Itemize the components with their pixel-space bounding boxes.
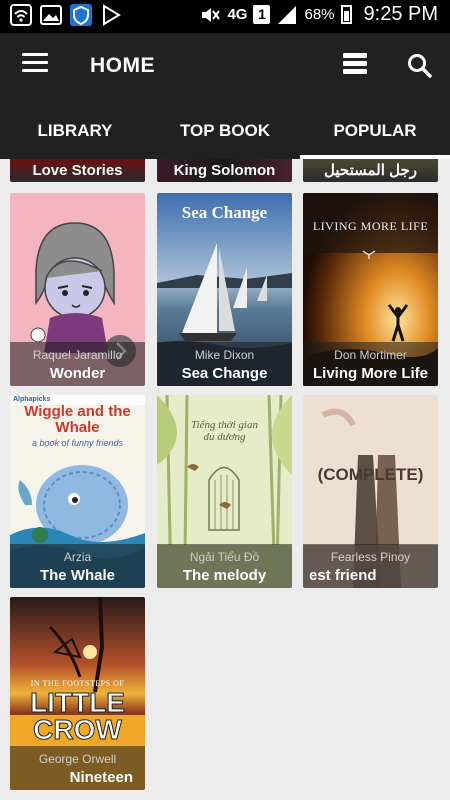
book-title: King Solomon	[173, 162, 276, 179]
book-card[interactable]: LIVING MORE LIFE Don Mortimer Living Mor…	[303, 193, 438, 386]
book-author: Fearless Pinoy	[330, 550, 411, 564]
book-title: The melody	[182, 567, 267, 584]
cover-text: (COMPLETE)	[317, 465, 424, 484]
cover-text: Sea Change	[181, 203, 268, 222]
book-author: Ngải Tiểu Đồ	[189, 550, 260, 564]
book-author: Raquel Jaramillo	[32, 348, 123, 362]
book-title: Sea Change	[181, 365, 268, 382]
book-card[interactable]: (COMPLETE) Fearless Pinoy est friend	[303, 395, 438, 588]
book-title: Living More Life	[312, 365, 428, 382]
book-title: Love Stories	[32, 162, 123, 179]
battery-icon	[340, 5, 352, 24]
book-title: رجل المستحيل	[324, 162, 417, 179]
signal-icon	[278, 5, 297, 24]
book-title: Nineteen	[69, 769, 133, 786]
book-card[interactable]: Sea Change Mike Dixon Sea Change	[157, 193, 292, 386]
network-type: 4G	[227, 6, 248, 23]
tab-top-book[interactable]: TOP BOOK	[150, 99, 300, 159]
book-title: The Whale	[39, 567, 115, 584]
cover-text: LITTLE CROW	[30, 687, 126, 745]
page-title: HOME	[90, 54, 155, 77]
battery-percent: 68%	[304, 6, 335, 23]
search-icon[interactable]	[407, 53, 433, 79]
book-author: Don Mortimer	[334, 348, 407, 362]
shield-icon	[70, 4, 92, 26]
sim-badge: 1	[253, 5, 271, 24]
wifi-icon	[10, 4, 32, 26]
cover-subtext: a book of funny friends	[31, 438, 124, 448]
tab-popular[interactable]: POPULAR	[300, 99, 450, 159]
play-store-icon	[103, 4, 121, 26]
book-author: Arzia	[63, 550, 92, 564]
tab-bar: LIBRARY TOP BOOK POPULAR	[0, 99, 450, 159]
book-author: George Orwell	[38, 752, 117, 766]
notification-icons	[10, 4, 122, 26]
status-bar: 4G 1 68% 9:25 PM	[0, 0, 450, 33]
book-card[interactable]: رجل المستحيل	[303, 159, 438, 182]
book-card[interactable]: King Solomon	[157, 159, 292, 182]
system-icons: 4G 1 68% 9:25 PM	[199, 3, 438, 26]
clock: 9:25 PM	[363, 3, 438, 25]
book-card[interactable]: Alphapicks Wiggle and the Whale a book o…	[10, 395, 145, 588]
gallery-icon	[40, 5, 62, 25]
book-card[interactable]: Tiếng thời gian du dương Ngải Tiểu Đồ Th…	[157, 395, 292, 588]
cover-text: LIVING MORE LIFE	[312, 219, 429, 233]
book-grid: Love Stories King Solomon رجل المستحيل R…	[0, 159, 450, 800]
menu-icon[interactable]	[22, 53, 48, 77]
book-title: Wonder	[49, 365, 106, 382]
book-author: Mike Dixon	[194, 348, 255, 362]
book-title: est friend	[309, 567, 377, 584]
mute-icon	[202, 7, 221, 22]
cover-tag: Alphapicks	[13, 396, 51, 403]
app-bar: HOME	[0, 33, 450, 99]
tab-library[interactable]: LIBRARY	[0, 99, 150, 159]
book-card[interactable]: Love Stories	[10, 159, 145, 182]
list-view-icon[interactable]	[343, 53, 367, 77]
book-card[interactable]: Raquel Jaramillo Wonder	[10, 193, 145, 386]
cover-text: Tiếng thời gian du dương	[191, 419, 258, 443]
cover-text: Wiggle and the Whale	[24, 403, 131, 436]
book-card[interactable]: IN THE FOOTSTEPS OF LITTLE CROW George O…	[10, 597, 145, 790]
